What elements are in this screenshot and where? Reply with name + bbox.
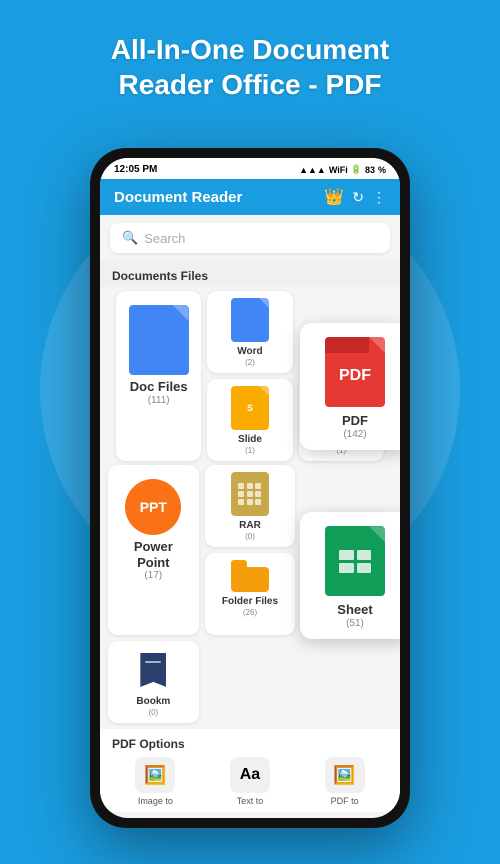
bookmark-card[interactable]: Bookm (0) xyxy=(108,641,199,723)
app-bar: Document Reader 👑 ↻ ⋮ xyxy=(100,179,400,215)
folder-name: Folder Files xyxy=(222,596,278,608)
pdf-to-icon: 🖼️ xyxy=(325,757,365,793)
pdf-options-section: PDF Options 🖼️ Image to Aa Text to 🖼️ PD… xyxy=(100,729,400,812)
status-time: 12:05 PM xyxy=(114,164,157,175)
app-header: All-In-One Document Reader Office - PDF xyxy=(0,0,500,122)
folder-icon xyxy=(231,560,269,592)
page-title: All-In-One Document Reader Office - PDF xyxy=(20,32,480,102)
doc-files-card[interactable]: Doc Files (111) xyxy=(116,291,201,461)
documents-section-label: Documents Files xyxy=(100,261,400,287)
word-name: Word xyxy=(237,346,262,358)
pdf-icon: PDF xyxy=(325,337,385,407)
pdf-options-row: 🖼️ Image to Aa Text to 🖼️ PDF to xyxy=(112,757,388,806)
ppt-card[interactable]: PPT Power Point (17) xyxy=(108,465,199,635)
pdf-card[interactable]: PDF PDF (142) xyxy=(300,323,400,450)
pdf-option-text-to[interactable]: Aa Text to xyxy=(230,757,270,806)
search-icon: 🔍 xyxy=(122,230,138,246)
slide-card[interactable]: S Slide (1) xyxy=(207,379,292,461)
phone-frame: 12:05 PM ▲▲▲ WiFi 🔋 83% Document Reader … xyxy=(90,148,410,828)
doc-files-count: (111) xyxy=(148,395,170,406)
search-bar[interactable]: 🔍 Search xyxy=(110,223,390,253)
text-to-label: Text to xyxy=(237,796,264,806)
doc-files-icon xyxy=(129,305,189,375)
app-bar-icons: 👑 ↻ ⋮ xyxy=(324,187,386,207)
sheet-large-card[interactable]: Sheet (51) xyxy=(300,512,400,639)
sheet-large-icon xyxy=(325,526,385,596)
slide-icon: S xyxy=(231,386,269,430)
search-placeholder: Search xyxy=(144,231,185,246)
sheet-large-count: (51) xyxy=(346,618,364,629)
wifi-icon: WiFi xyxy=(329,165,348,175)
rar-icon xyxy=(231,472,269,516)
rar-card[interactable]: RAR (0) xyxy=(205,465,296,547)
image-to-icon: 🖼️ xyxy=(135,757,175,793)
word-icon xyxy=(231,298,269,342)
word-count: (2) xyxy=(245,358,255,367)
ppt-count: (17) xyxy=(144,570,162,581)
rar-count: (0) xyxy=(245,532,255,541)
battery-icon: 🔋 xyxy=(351,164,362,175)
sheet-large-name: Sheet xyxy=(337,602,372,618)
folder-count: (26) xyxy=(243,608,257,617)
slide-count: (1) xyxy=(245,446,255,455)
pdf-name: PDF xyxy=(342,413,368,429)
more-icon[interactable]: ⋮ xyxy=(372,189,386,206)
slide-name: Slide xyxy=(238,434,262,446)
bookmark-count: (0) xyxy=(148,708,158,717)
pdf-count: (142) xyxy=(343,429,366,440)
app-bar-title: Document Reader xyxy=(114,189,242,206)
refresh-icon[interactable]: ↻ xyxy=(352,189,364,206)
bookmark-icon xyxy=(135,648,171,692)
bookmark-name: Bookm xyxy=(136,696,170,708)
word-card[interactable]: Word (2) xyxy=(207,291,292,373)
pdf-option-pdf-to[interactable]: 🖼️ PDF to xyxy=(325,757,365,806)
folder-card[interactable]: Folder Files (26) xyxy=(205,553,296,635)
doc-files-name: Doc Files xyxy=(130,379,188,395)
text-to-icon: Aa xyxy=(230,757,270,793)
phone-screen: 12:05 PM ▲▲▲ WiFi 🔋 83% Document Reader … xyxy=(100,158,400,818)
pdf-to-label: PDF to xyxy=(331,796,359,806)
status-icons: ▲▲▲ WiFi 🔋 83% xyxy=(299,164,386,175)
rar-name: RAR xyxy=(239,520,261,532)
crown-icon[interactable]: 👑 xyxy=(324,187,344,207)
scrollable-content: Documents Files xyxy=(100,261,400,818)
pdf-options-label: PDF Options xyxy=(112,737,388,751)
status-bar: 12:05 PM ▲▲▲ WiFi 🔋 83% xyxy=(100,158,400,179)
ppt-name: Power Point xyxy=(116,539,191,570)
image-to-label: Image to xyxy=(138,796,173,806)
battery-percent: 83 xyxy=(365,165,375,175)
signal-icon: ▲▲▲ xyxy=(299,165,326,175)
ppt-icon: PPT xyxy=(125,479,181,535)
pdf-option-image-to[interactable]: 🖼️ Image to xyxy=(135,757,175,806)
